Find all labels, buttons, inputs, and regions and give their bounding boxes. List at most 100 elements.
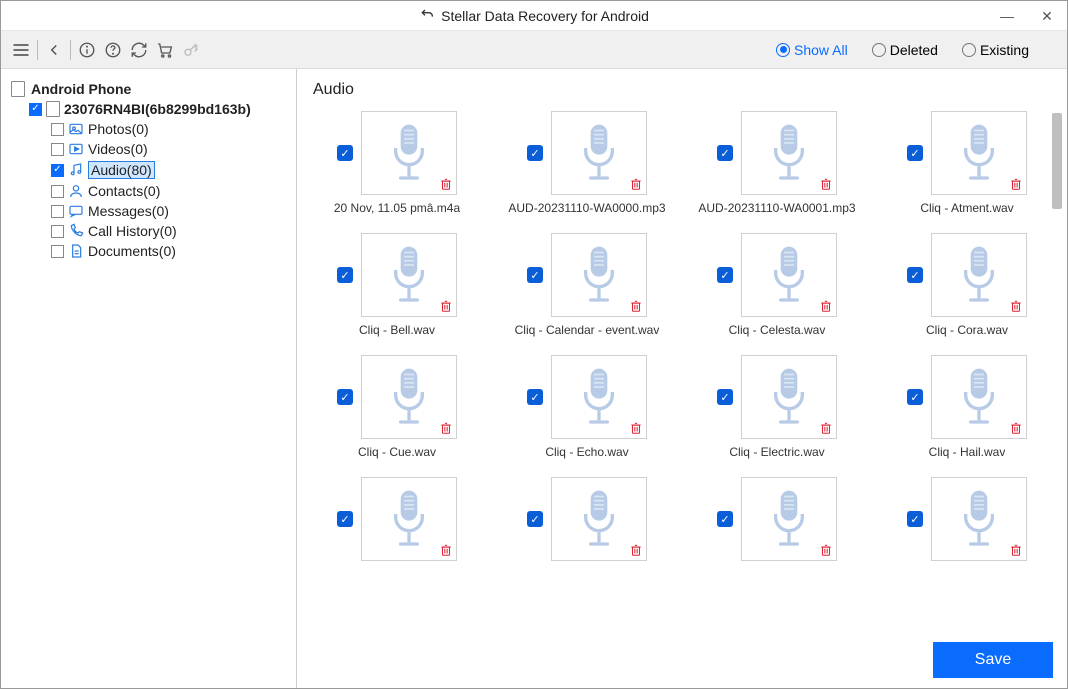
file-item[interactable] [687, 473, 867, 571]
checkbox-icon[interactable] [51, 143, 64, 156]
file-thumbnail[interactable] [551, 233, 647, 317]
app-title: Stellar Data Recovery for Android [441, 8, 649, 24]
menu-icon[interactable] [9, 38, 33, 62]
file-thumbnail[interactable] [361, 111, 457, 195]
filter-existing[interactable]: Existing [962, 42, 1029, 58]
back-icon[interactable] [42, 38, 66, 62]
file-checkbox[interactable] [907, 145, 923, 161]
file-checkbox[interactable] [337, 511, 353, 527]
scrollbar-thumb[interactable] [1052, 113, 1062, 209]
file-thumbnail[interactable] [361, 355, 457, 439]
file-thumbnail[interactable] [931, 233, 1027, 317]
file-thumbnail[interactable] [361, 233, 457, 317]
file-checkbox[interactable] [717, 267, 733, 283]
save-button[interactable]: Save [933, 642, 1053, 678]
file-checkbox[interactable] [527, 389, 543, 405]
tree-category[interactable]: Contacts(0) [7, 181, 290, 201]
trash-icon [1009, 177, 1023, 191]
close-button[interactable]: ✕ [1027, 1, 1067, 31]
file-checkbox[interactable] [717, 145, 733, 161]
cart-icon[interactable] [153, 38, 177, 62]
trash-icon [1009, 299, 1023, 313]
file-checkbox[interactable] [717, 511, 733, 527]
category-icon [68, 141, 84, 157]
key-icon[interactable] [179, 38, 203, 62]
trash-icon [439, 421, 453, 435]
file-checkbox[interactable] [527, 511, 543, 527]
tree-device[interactable]: 23076RN4BI(6b8299bd163b) [7, 99, 290, 119]
trash-icon [629, 177, 643, 191]
checkbox-icon[interactable] [51, 123, 64, 136]
file-thumbnail[interactable] [931, 355, 1027, 439]
file-thumbnail[interactable] [551, 111, 647, 195]
file-item[interactable]: 20 Nov, 11.05 pmâ.m4a [307, 107, 487, 219]
file-thumbnail[interactable] [931, 111, 1027, 195]
file-checkbox[interactable] [337, 145, 353, 161]
file-thumbnail[interactable] [741, 233, 837, 317]
microphone-icon [382, 245, 436, 305]
checkbox-icon[interactable] [51, 205, 64, 218]
file-checkbox[interactable] [337, 389, 353, 405]
tree-category[interactable]: Videos(0) [7, 139, 290, 159]
file-thumbnail[interactable] [741, 355, 837, 439]
file-item[interactable] [877, 473, 1057, 571]
help-icon[interactable] [101, 38, 125, 62]
file-item[interactable]: Cliq - Hail.wav [877, 351, 1057, 463]
file-item[interactable]: Cliq - Cue.wav [307, 351, 487, 463]
scrollbar[interactable] [1051, 107, 1065, 577]
category-icon [68, 162, 84, 178]
file-item[interactable] [497, 473, 677, 571]
file-name: AUD-20231110-WA0001.mp3 [698, 201, 855, 215]
file-checkbox[interactable] [717, 389, 733, 405]
file-thumbnail[interactable] [741, 477, 837, 561]
file-item[interactable]: AUD-20231110-WA0001.mp3 [687, 107, 867, 219]
minimize-button[interactable]: — [987, 1, 1027, 31]
file-checkbox[interactable] [527, 145, 543, 161]
file-thumbnail[interactable] [741, 111, 837, 195]
microphone-icon [762, 245, 816, 305]
microphone-icon [952, 367, 1006, 427]
file-item[interactable]: Cliq - Atment.wav [877, 107, 1057, 219]
tree-root[interactable]: Android Phone [7, 79, 290, 99]
file-thumbnail[interactable] [361, 477, 457, 561]
toolbar: Show All Deleted Existing [1, 31, 1067, 69]
tree-category[interactable]: Call History(0) [7, 221, 290, 241]
file-item[interactable]: Cliq - Electric.wav [687, 351, 867, 463]
file-checkbox[interactable] [907, 511, 923, 527]
refresh-icon[interactable] [127, 38, 151, 62]
filter-deleted[interactable]: Deleted [872, 42, 938, 58]
tree-category[interactable]: Photos(0) [7, 119, 290, 139]
file-item[interactable]: Cliq - Bell.wav [307, 229, 487, 341]
file-checkbox[interactable] [907, 389, 923, 405]
tree-category[interactable]: Audio(80) [7, 159, 290, 181]
file-thumbnail[interactable] [551, 355, 647, 439]
category-label: Documents(0) [88, 243, 176, 259]
file-checkbox[interactable] [337, 267, 353, 283]
file-thumbnail[interactable] [931, 477, 1027, 561]
file-item[interactable] [307, 473, 487, 571]
checkbox-icon[interactable] [51, 245, 64, 258]
file-item[interactable]: Cliq - Echo.wav [497, 351, 677, 463]
back-arrow-icon[interactable] [419, 6, 435, 25]
category-icon [68, 203, 84, 219]
file-checkbox[interactable] [527, 267, 543, 283]
checkbox-icon[interactable] [29, 103, 42, 116]
checkbox-icon[interactable] [51, 225, 64, 238]
filter-show-all[interactable]: Show All [776, 42, 848, 58]
tree-category[interactable]: Messages(0) [7, 201, 290, 221]
file-thumbnail[interactable] [551, 477, 647, 561]
file-item[interactable]: Cliq - Calendar - event.wav [497, 229, 677, 341]
microphone-icon [572, 367, 626, 427]
file-name: Cliq - Bell.wav [359, 323, 435, 337]
file-name: Cliq - Celesta.wav [729, 323, 826, 337]
file-checkbox[interactable] [907, 267, 923, 283]
checkbox-icon[interactable] [51, 164, 64, 177]
tree-category[interactable]: Documents(0) [7, 241, 290, 261]
file-item[interactable]: Cliq - Celesta.wav [687, 229, 867, 341]
microphone-icon [382, 367, 436, 427]
file-item[interactable]: Cliq - Cora.wav [877, 229, 1057, 341]
file-item[interactable]: AUD-20231110-WA0000.mp3 [497, 107, 677, 219]
checkbox-icon[interactable] [51, 185, 64, 198]
info-icon[interactable] [75, 38, 99, 62]
category-label: Call History(0) [88, 223, 177, 239]
